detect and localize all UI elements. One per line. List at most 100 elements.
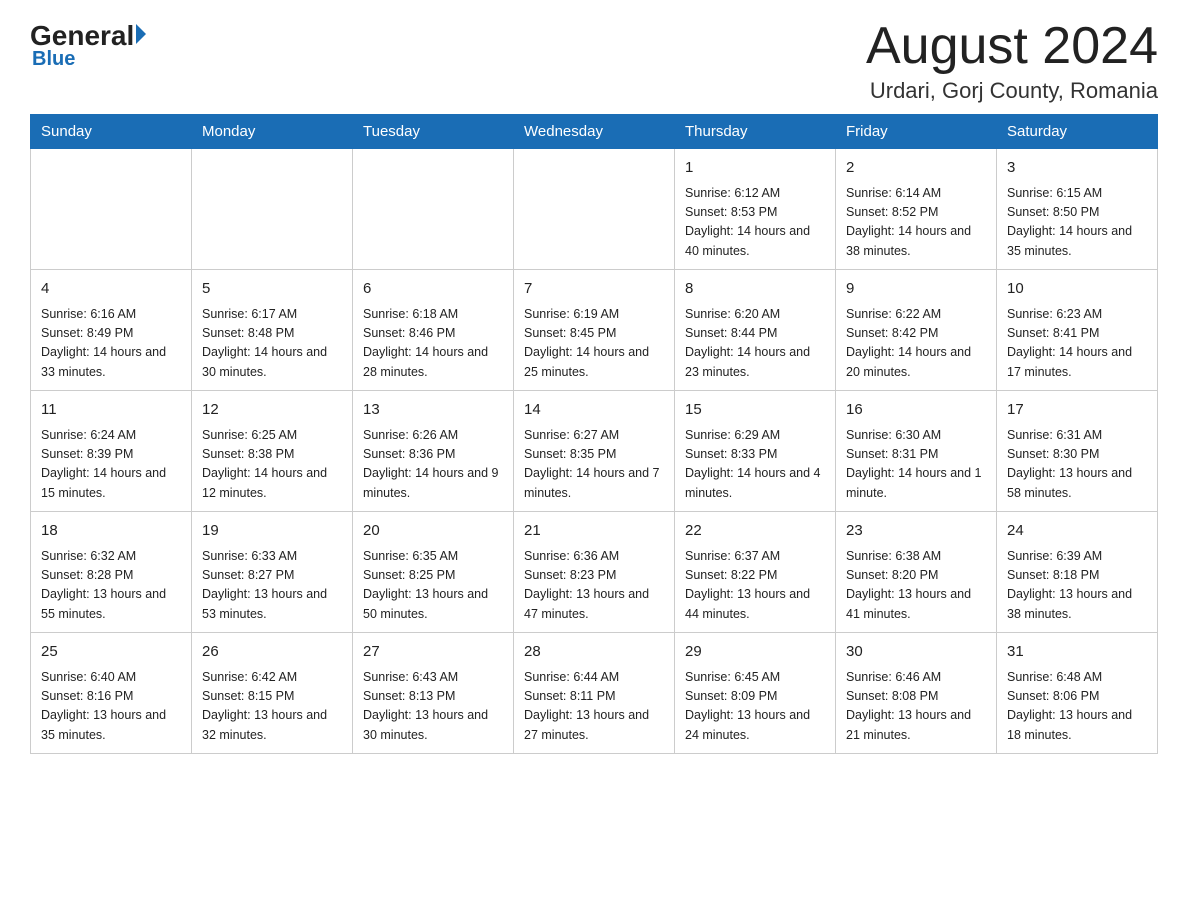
day-number: 28 xyxy=(524,641,664,664)
calendar-cell xyxy=(31,149,192,270)
day-info: Sunrise: 6:43 AMSunset: 8:13 PMDaylight:… xyxy=(363,668,503,746)
page-header: General Blue August 2024 Urdari, Gorj Co… xyxy=(30,20,1158,104)
calendar-cell: 26 Sunrise: 6:42 AMSunset: 8:15 PMDayligh… xyxy=(192,633,353,754)
day-number: 19 xyxy=(202,520,342,543)
week-row-5: 25 Sunrise: 6:40 AMSunset: 8:16 PMDayligh… xyxy=(31,633,1158,754)
day-info: Sunrise: 6:19 AMSunset: 8:45 PMDaylight:… xyxy=(524,305,664,383)
calendar-cell: 17 Sunrise: 6:31 AMSunset: 8:30 PMDayligh… xyxy=(997,391,1158,512)
day-info: Sunrise: 6:15 AMSunset: 8:50 PMDaylight:… xyxy=(1007,184,1147,262)
week-row-2: 4 Sunrise: 6:16 AMSunset: 8:49 PMDaylight… xyxy=(31,270,1158,391)
calendar-cell: 27 Sunrise: 6:43 AMSunset: 8:13 PMDayligh… xyxy=(353,633,514,754)
day-number: 3 xyxy=(1007,157,1147,180)
day-info: Sunrise: 6:40 AMSunset: 8:16 PMDaylight:… xyxy=(41,668,181,746)
day-info: Sunrise: 6:39 AMSunset: 8:18 PMDaylight:… xyxy=(1007,547,1147,625)
weekday-header-wednesday: Wednesday xyxy=(514,115,675,149)
calendar-cell: 11 Sunrise: 6:24 AMSunset: 8:39 PMDayligh… xyxy=(31,391,192,512)
day-number: 24 xyxy=(1007,520,1147,543)
day-info: Sunrise: 6:27 AMSunset: 8:35 PMDaylight:… xyxy=(524,426,664,504)
day-info: Sunrise: 6:45 AMSunset: 8:09 PMDaylight:… xyxy=(685,668,825,746)
calendar-cell: 4 Sunrise: 6:16 AMSunset: 8:49 PMDaylight… xyxy=(31,270,192,391)
day-info: Sunrise: 6:48 AMSunset: 8:06 PMDaylight:… xyxy=(1007,668,1147,746)
calendar-cell: 25 Sunrise: 6:40 AMSunset: 8:16 PMDayligh… xyxy=(31,633,192,754)
day-info: Sunrise: 6:20 AMSunset: 8:44 PMDaylight:… xyxy=(685,305,825,383)
day-info: Sunrise: 6:35 AMSunset: 8:25 PMDaylight:… xyxy=(363,547,503,625)
calendar-cell: 21 Sunrise: 6:36 AMSunset: 8:23 PMDayligh… xyxy=(514,512,675,633)
weekday-header-monday: Monday xyxy=(192,115,353,149)
day-info: Sunrise: 6:33 AMSunset: 8:27 PMDaylight:… xyxy=(202,547,342,625)
calendar-cell: 9Sunrise: 6:22 AMSunset: 8:42 PMDaylight… xyxy=(836,270,997,391)
week-row-1: 1 Sunrise: 6:12 AMSunset: 8:53 PMDaylight… xyxy=(31,149,1158,270)
day-info: Sunrise: 6:36 AMSunset: 8:23 PMDaylight:… xyxy=(524,547,664,625)
day-number: 23 xyxy=(846,520,986,543)
day-number: 8 xyxy=(685,278,825,301)
day-info: Sunrise: 6:25 AMSunset: 8:38 PMDaylight:… xyxy=(202,426,342,504)
week-row-3: 11 Sunrise: 6:24 AMSunset: 8:39 PMDayligh… xyxy=(31,391,1158,512)
calendar-cell: 7Sunrise: 6:19 AMSunset: 8:45 PMDaylight… xyxy=(514,270,675,391)
calendar-cell xyxy=(353,149,514,270)
calendar-header-row: SundayMondayTuesdayWednesdayThursdayFrid… xyxy=(31,115,1158,149)
calendar-table: SundayMondayTuesdayWednesdayThursdayFrid… xyxy=(30,114,1158,754)
day-number: 11 xyxy=(41,399,181,422)
title-area: August 2024 Urdari, Gorj County, Romania xyxy=(866,20,1158,104)
logo-blue: Blue xyxy=(32,48,75,71)
day-info: Sunrise: 6:31 AMSunset: 8:30 PMDaylight:… xyxy=(1007,426,1147,504)
calendar-cell: 23 Sunrise: 6:38 AMSunset: 8:20 PMDayligh… xyxy=(836,512,997,633)
day-number: 17 xyxy=(1007,399,1147,422)
week-row-4: 18Sunrise: 6:32 AMSunset: 8:28 PMDayligh… xyxy=(31,512,1158,633)
day-number: 2 xyxy=(846,157,986,180)
day-info: Sunrise: 6:16 AMSunset: 8:49 PMDaylight:… xyxy=(41,305,181,383)
day-number: 16 xyxy=(846,399,986,422)
weekday-header-saturday: Saturday xyxy=(997,115,1158,149)
day-info: Sunrise: 6:12 AMSunset: 8:53 PMDaylight:… xyxy=(685,184,825,262)
calendar-cell: 22 Sunrise: 6:37 AMSunset: 8:22 PMDayligh… xyxy=(675,512,836,633)
day-number: 27 xyxy=(363,641,503,664)
logo-arrow-icon xyxy=(136,24,146,44)
calendar-body: 1 Sunrise: 6:12 AMSunset: 8:53 PMDaylight… xyxy=(31,149,1158,754)
day-number: 22 xyxy=(685,520,825,543)
calendar-cell: 8 Sunrise: 6:20 AMSunset: 8:44 PMDaylight… xyxy=(675,270,836,391)
calendar-cell: 19 Sunrise: 6:33 AMSunset: 8:27 PMDayligh… xyxy=(192,512,353,633)
calendar-cell: 2 Sunrise: 6:14 AMSunset: 8:52 PMDaylight… xyxy=(836,149,997,270)
calendar-cell: 31 Sunrise: 6:48 AMSunset: 8:06 PMDayligh… xyxy=(997,633,1158,754)
calendar-cell: 18Sunrise: 6:32 AMSunset: 8:28 PMDayligh… xyxy=(31,512,192,633)
day-number: 4 xyxy=(41,278,181,301)
day-info: Sunrise: 6:37 AMSunset: 8:22 PMDaylight:… xyxy=(685,547,825,625)
calendar-cell: 1 Sunrise: 6:12 AMSunset: 8:53 PMDaylight… xyxy=(675,149,836,270)
day-info: Sunrise: 6:18 AMSunset: 8:46 PMDaylight:… xyxy=(363,305,503,383)
day-info: Sunrise: 6:26 AMSunset: 8:36 PMDaylight:… xyxy=(363,426,503,504)
day-number: 20 xyxy=(363,520,503,543)
calendar-cell: 3 Sunrise: 6:15 AMSunset: 8:50 PMDaylight… xyxy=(997,149,1158,270)
day-info: Sunrise: 6:30 AMSunset: 8:31 PMDaylight:… xyxy=(846,426,986,504)
location: Urdari, Gorj County, Romania xyxy=(866,78,1158,104)
calendar-cell: 30 Sunrise: 6:46 AMSunset: 8:08 PMDayligh… xyxy=(836,633,997,754)
month-title: August 2024 xyxy=(866,20,1158,72)
day-number: 25 xyxy=(41,641,181,664)
day-info: Sunrise: 6:14 AMSunset: 8:52 PMDaylight:… xyxy=(846,184,986,262)
weekday-header-sunday: Sunday xyxy=(31,115,192,149)
day-number: 1 xyxy=(685,157,825,180)
day-number: 5 xyxy=(202,278,342,301)
day-number: 12 xyxy=(202,399,342,422)
weekday-header-tuesday: Tuesday xyxy=(353,115,514,149)
day-info: Sunrise: 6:29 AMSunset: 8:33 PMDaylight:… xyxy=(685,426,825,504)
calendar-cell: 13Sunrise: 6:26 AMSunset: 8:36 PMDayligh… xyxy=(353,391,514,512)
day-number: 21 xyxy=(524,520,664,543)
day-info: Sunrise: 6:46 AMSunset: 8:08 PMDaylight:… xyxy=(846,668,986,746)
day-info: Sunrise: 6:32 AMSunset: 8:28 PMDaylight:… xyxy=(41,547,181,625)
calendar-cell: 16 Sunrise: 6:30 AMSunset: 8:31 PMDayligh… xyxy=(836,391,997,512)
day-info: Sunrise: 6:24 AMSunset: 8:39 PMDaylight:… xyxy=(41,426,181,504)
day-number: 29 xyxy=(685,641,825,664)
day-number: 31 xyxy=(1007,641,1147,664)
calendar-cell: 10Sunrise: 6:23 AMSunset: 8:41 PMDayligh… xyxy=(997,270,1158,391)
weekday-header-friday: Friday xyxy=(836,115,997,149)
day-info: Sunrise: 6:42 AMSunset: 8:15 PMDaylight:… xyxy=(202,668,342,746)
weekday-header-thursday: Thursday xyxy=(675,115,836,149)
calendar-cell: 20 Sunrise: 6:35 AMSunset: 8:25 PMDayligh… xyxy=(353,512,514,633)
day-info: Sunrise: 6:23 AMSunset: 8:41 PMDaylight:… xyxy=(1007,305,1147,383)
calendar-cell: 14Sunrise: 6:27 AMSunset: 8:35 PMDayligh… xyxy=(514,391,675,512)
calendar-cell: 24 Sunrise: 6:39 AMSunset: 8:18 PMDayligh… xyxy=(997,512,1158,633)
day-info: Sunrise: 6:38 AMSunset: 8:20 PMDaylight:… xyxy=(846,547,986,625)
day-number: 26 xyxy=(202,641,342,664)
day-number: 30 xyxy=(846,641,986,664)
calendar-cell: 29 Sunrise: 6:45 AMSunset: 8:09 PMDayligh… xyxy=(675,633,836,754)
